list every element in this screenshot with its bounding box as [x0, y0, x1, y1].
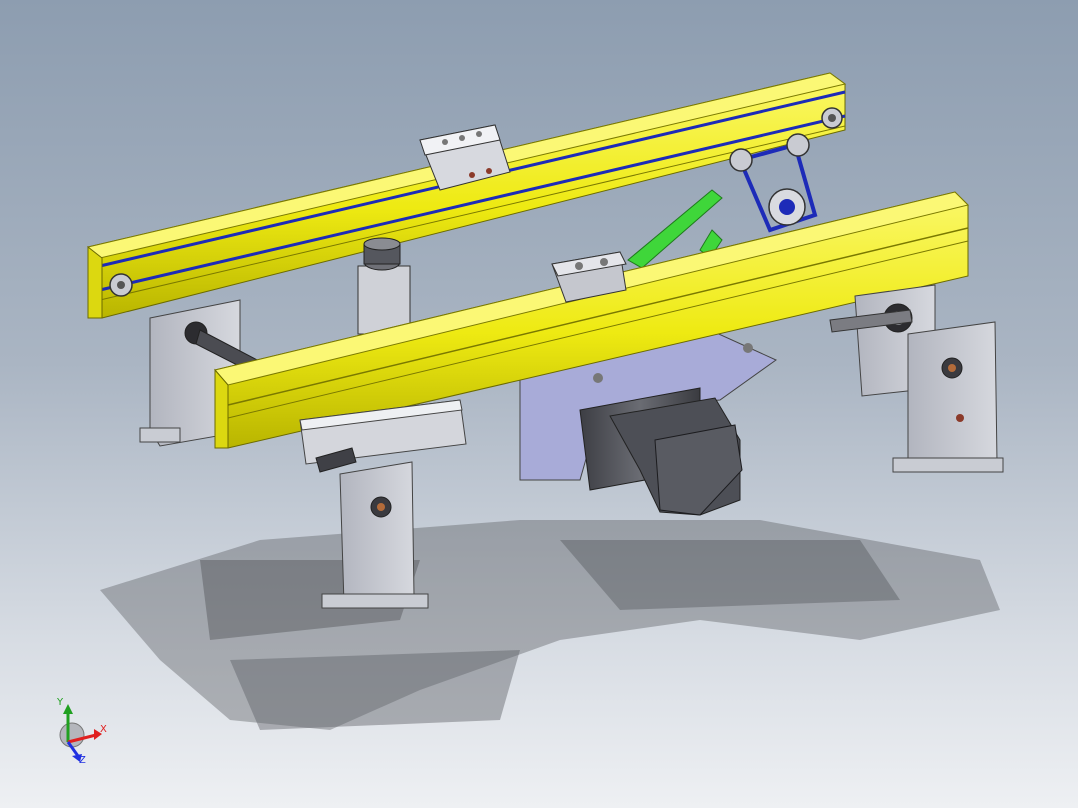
conveyor-assembly-model[interactable]: Y X Z: [0, 0, 1078, 808]
axis-y-label: Y: [56, 697, 64, 708]
vertical-servo-motor[interactable]: [357, 237, 411, 335]
stepper-drive-motor[interactable]: [579, 387, 743, 516]
coordinate-triad: Y X Z: [56, 697, 107, 766]
axis-z-label: Z: [79, 755, 86, 766]
right-front-support-bracket: [892, 321, 1004, 473]
ground-shadow: [100, 520, 1000, 730]
back-rail-pulley-left: [109, 273, 133, 297]
back-rail-pulley-right: [821, 107, 843, 129]
cad-viewport[interactable]: Y X Z: [0, 0, 1078, 808]
axis-x-label: X: [100, 724, 107, 735]
